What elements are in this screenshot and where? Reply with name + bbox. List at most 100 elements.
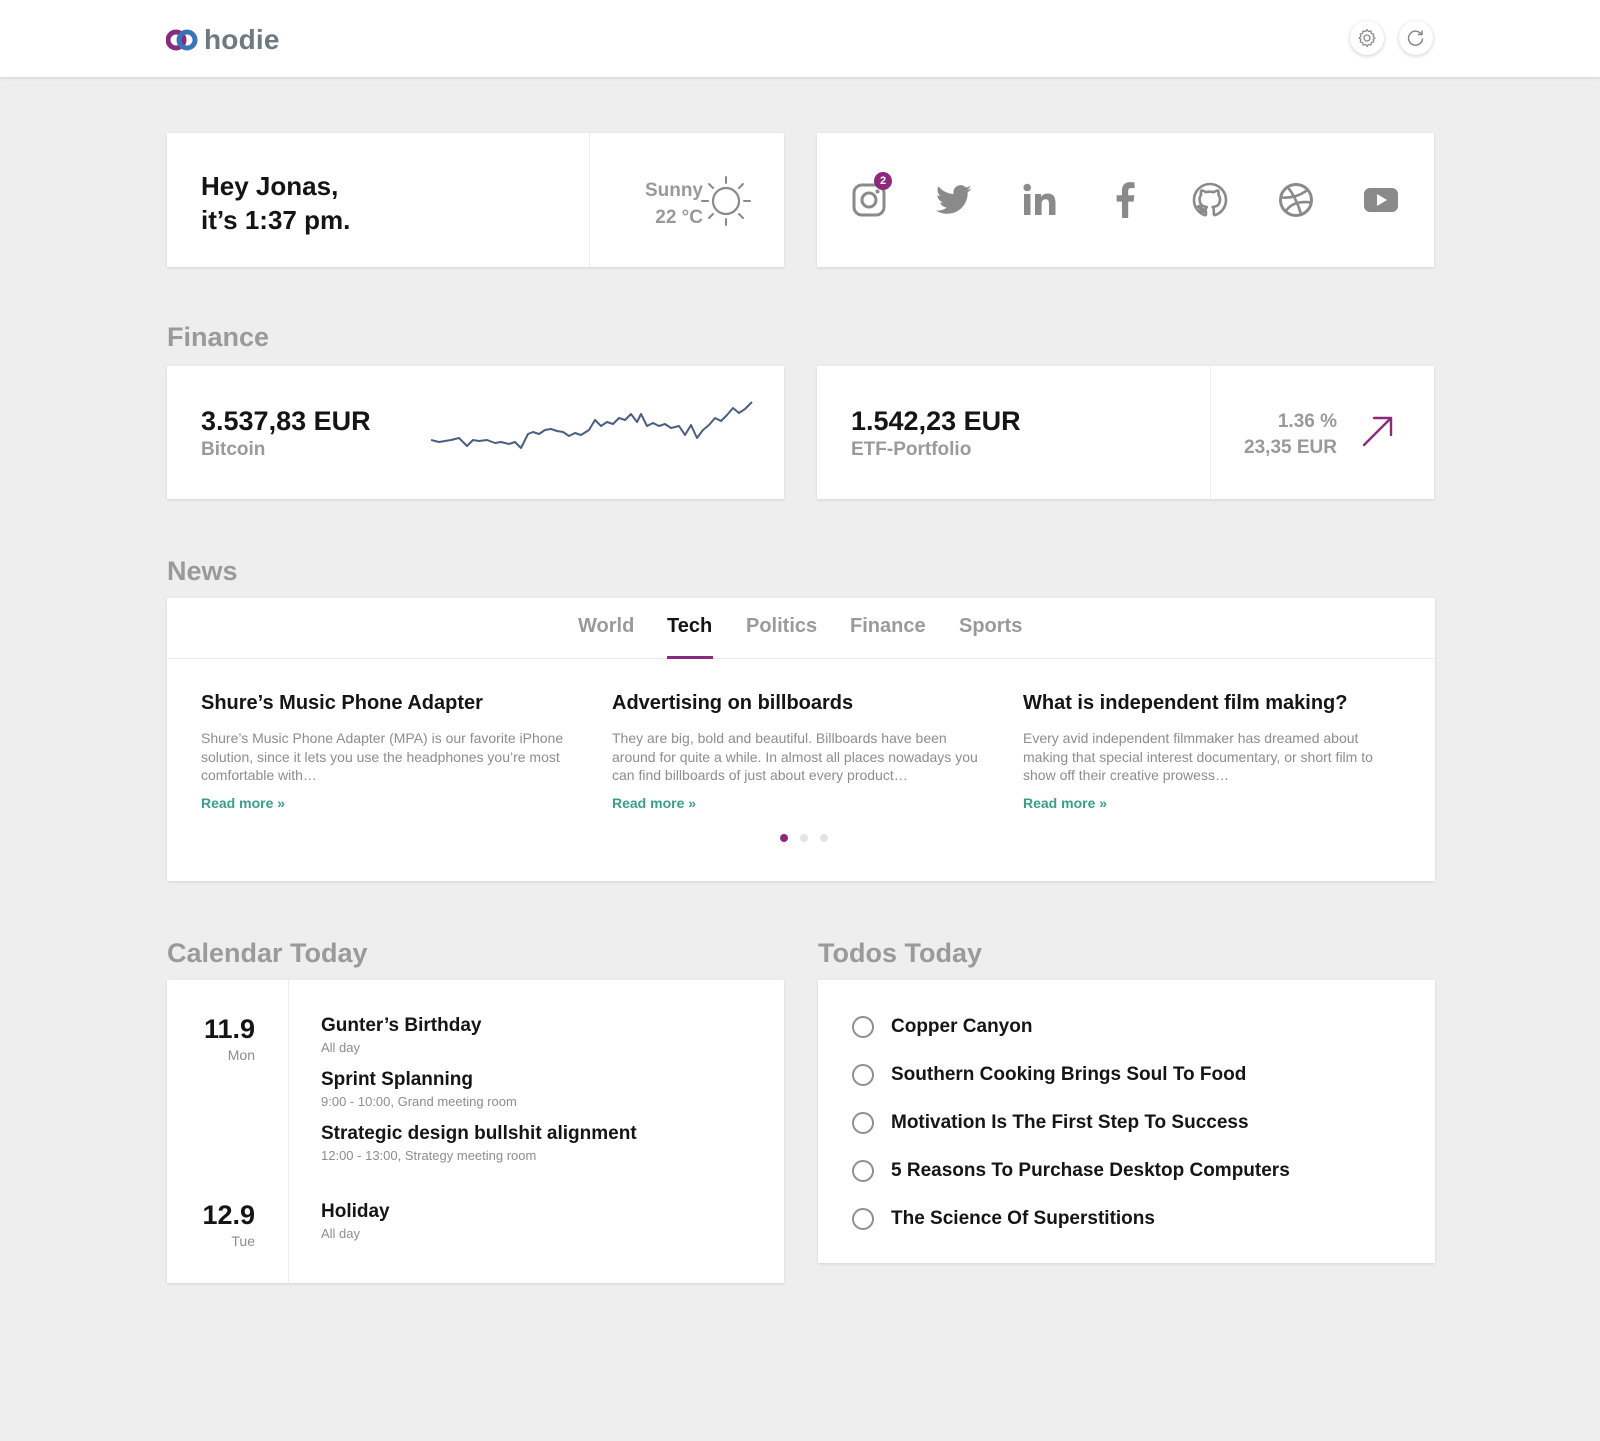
calendar-date-number: 12.9 [202,1200,255,1230]
calendar-divider [288,980,289,1283]
todo-label: Southern Cooking Brings Soul To Food [891,1064,1247,1085]
tab-sports[interactable]: Sports [959,615,1022,638]
finance-section-title: Finance [167,322,270,352]
todos-card: Copper Canyon Southern Cooking Brings So… [818,980,1435,1263]
tab-politics[interactable]: Politics [746,615,817,638]
etf-divider [1210,366,1211,500]
etf-change-percent: 1.36 % [1277,411,1337,432]
event-detail: 12:00 - 13:00, Strategy meeting room [321,1148,537,1163]
news-article: What is independent film making? Every a… [1023,692,1393,811]
event-detail: All day [321,1040,361,1055]
todo-label: Motivation Is The First Step To Success [891,1112,1249,1133]
calendar-weekday: Mon [227,1047,255,1063]
todos-section-title: Todos Today [818,938,982,968]
todo-label: The Science Of Superstitions [891,1208,1155,1229]
event-title: Holiday [321,1201,390,1222]
weather-divider [589,133,590,267]
read-more-link[interactable]: Read more » [612,795,982,811]
todo-item[interactable]: Copper Canyon [852,1016,1032,1038]
greeting: Hey Jonas, it’s 1:37 pm. [201,169,350,237]
dribbble-icon[interactable] [1276,180,1316,220]
top-bar: hodie [0,0,1600,77]
todo-checkbox[interactable] [852,1160,874,1182]
calendar-event[interactable]: Holiday All day [321,1201,390,1241]
instagram-icon[interactable]: 2 [849,172,892,220]
todo-checkbox[interactable] [852,1112,874,1134]
todo-checkbox[interactable] [852,1064,874,1086]
news-article: Advertising on billboards They are big, … [612,692,982,811]
pagination-dot-3[interactable] [820,834,828,842]
etf-label: ETF-Portfolio [851,439,972,460]
news-section-title: News [167,556,238,586]
tab-tech[interactable]: Tech [667,615,712,638]
etf-value: 1.542,23 EUR [851,406,1021,436]
greeting-time: it’s 1:37 pm. [201,205,351,235]
arrow-up-right-icon [1362,416,1393,447]
todo-checkbox[interactable] [852,1016,874,1038]
article-title[interactable]: What is independent film making? [1023,692,1393,715]
etf-change: 1.36 % 23,35 EUR [1237,409,1337,461]
etf-card[interactable]: 1.542,23 EUR ETF-Portfolio 1.36 % 23,35 … [817,366,1434,500]
event-detail: 9:00 - 10:00, Grand meeting room [321,1094,517,1109]
calendar-date-number: 11.9 [203,1014,255,1044]
calendar-event[interactable]: Gunter’s Birthday All day [321,1015,481,1055]
calendar-card: 11.9 Mon Gunter’s Birthday All day Sprin… [167,980,784,1283]
calendar-date: 11.9 Mon [187,1014,255,1063]
settings-button[interactable] [1350,21,1384,55]
greeting-name: Hey Jonas, [201,171,339,201]
event-detail: All day [321,1226,361,1241]
weather-temperature: 22 °C [655,207,703,228]
calendar-section-title: Calendar Today [167,938,368,968]
logo-text: hodie [204,24,280,55]
refresh-icon [1407,30,1424,46]
event-title: Strategic design bullshit alignment [321,1123,637,1144]
article-excerpt: Shure’s Music Phone Adapter (MPA) is our… [201,730,564,783]
news-card: World Tech Politics Finance Sports Shure… [167,598,1435,881]
event-title: Sprint Splanning [321,1069,473,1090]
notification-badge: 2 [874,172,892,190]
bitcoin-sparkline [431,401,753,449]
bitcoin-label: Bitcoin [201,439,266,460]
article-excerpt: They are big, bold and beautiful. Billbo… [612,730,978,783]
todo-item[interactable]: Southern Cooking Brings Soul To Food [852,1064,1246,1086]
read-more-link[interactable]: Read more » [201,795,571,811]
etf-change-absolute: 23,35 EUR [1244,437,1337,458]
linkedin-icon[interactable] [1020,180,1060,220]
calendar-event[interactable]: Strategic design bullshit alignment 12:0… [321,1123,637,1163]
pagination-dot-1[interactable] [780,834,788,842]
todo-item[interactable]: 5 Reasons To Purchase Desktop Computers [852,1160,1290,1182]
calendar-date: 12.9 Tue [187,1200,255,1249]
logo[interactable]: hodie [166,24,280,56]
social-row: 2 [849,133,1401,267]
event-title: Gunter’s Birthday [321,1015,482,1036]
social-card: 2 [817,133,1434,267]
facebook-icon[interactable] [1105,180,1145,220]
read-more-link[interactable]: Read more » [1023,795,1393,811]
active-tab-indicator [667,656,713,659]
refresh-button[interactable] [1399,21,1433,55]
bitcoin-value: 3.537,83 EUR [201,406,371,436]
twitter-icon[interactable] [934,180,974,220]
news-tabs: World Tech Politics Finance Sports [167,598,1435,659]
logo-mark-icon [166,29,198,51]
article-title[interactable]: Advertising on billboards [612,692,982,715]
weather-info: Sunny 22 °C [603,177,703,231]
calendar-event[interactable]: Sprint Splanning 9:00 - 10:00, Grand mee… [321,1069,517,1109]
weather-condition: Sunny [644,180,703,201]
article-title[interactable]: Shure’s Music Phone Adapter [201,692,571,715]
sun-icon [701,176,751,226]
gear-icon [1358,28,1376,48]
todo-checkbox[interactable] [852,1208,874,1230]
tab-finance[interactable]: Finance [850,615,926,638]
tab-world[interactable]: World [578,615,634,638]
todo-item[interactable]: Motivation Is The First Step To Success [852,1112,1249,1134]
calendar-weekday: Tue [231,1233,255,1249]
greeting-card: Hey Jonas, it’s 1:37 pm. Sunny 22 °C [167,133,784,267]
todo-label: 5 Reasons To Purchase Desktop Computers [891,1160,1290,1181]
bitcoin-card[interactable]: 3.537,83 EUR Bitcoin [167,366,784,499]
todo-item[interactable]: The Science Of Superstitions [852,1208,1155,1230]
todo-label: Copper Canyon [891,1016,1033,1037]
youtube-icon[interactable] [1361,180,1401,220]
pagination-dot-2[interactable] [800,834,808,842]
github-icon[interactable] [1190,180,1230,220]
